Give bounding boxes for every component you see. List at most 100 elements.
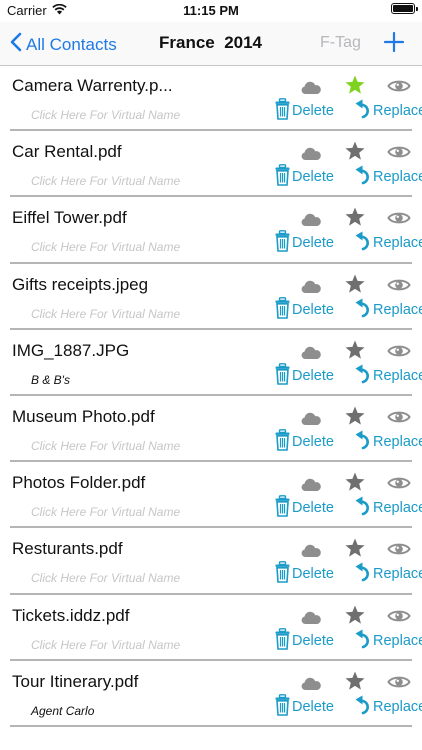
delete-label: Delete xyxy=(292,500,334,517)
file-row[interactable]: Photos Folder.pdf Click Here For Virtual… xyxy=(0,463,422,529)
star-button[interactable] xyxy=(344,471,366,493)
cloud-button[interactable] xyxy=(300,675,322,693)
replace-icon xyxy=(355,694,372,720)
replace-icon xyxy=(355,98,372,124)
star-button[interactable] xyxy=(344,604,366,626)
trash-icon xyxy=(275,627,290,654)
preview-button[interactable] xyxy=(387,674,411,690)
cloud-button[interactable] xyxy=(300,476,322,494)
add-button[interactable] xyxy=(382,28,406,56)
replace-label: Replace xyxy=(373,301,422,318)
row-divider xyxy=(10,261,412,264)
replace-label: Replace xyxy=(373,632,422,649)
eye-icon xyxy=(387,345,411,363)
virtual-name-field[interactable]: Click Here For Virtual Name xyxy=(31,638,180,652)
virtual-name-field[interactable]: Click Here For Virtual Name xyxy=(31,108,180,122)
row-divider xyxy=(10,195,412,198)
replace-button[interactable]: Replace xyxy=(355,629,422,653)
file-name: Photos Folder.pdf xyxy=(12,473,146,493)
delete-button[interactable]: Delete xyxy=(275,98,334,123)
replace-button[interactable]: Replace xyxy=(355,231,422,255)
preview-button[interactable] xyxy=(387,541,411,557)
replace-button[interactable]: Replace xyxy=(355,430,422,454)
virtual-name-field[interactable]: Click Here For Virtual Name xyxy=(31,505,180,519)
delete-button[interactable]: Delete xyxy=(275,495,334,520)
eye-icon xyxy=(387,146,411,164)
preview-button[interactable] xyxy=(387,78,411,94)
star-button[interactable] xyxy=(344,339,366,361)
cloud-button[interactable] xyxy=(300,278,322,296)
virtual-name-field[interactable]: Click Here For Virtual Name xyxy=(31,307,180,321)
trash-icon xyxy=(275,429,290,455)
star-button[interactable] xyxy=(344,273,366,295)
replace-label: Replace xyxy=(373,169,422,186)
file-row[interactable]: Camera Warrenty.p... Click Here For Virt… xyxy=(0,66,422,132)
replace-button[interactable]: Replace xyxy=(355,364,422,388)
replace-button[interactable]: Replace xyxy=(355,695,422,719)
replace-label: Replace xyxy=(373,235,422,252)
star-button[interactable] xyxy=(344,670,366,692)
preview-button[interactable] xyxy=(387,409,411,425)
replace-button[interactable]: Replace xyxy=(355,298,422,322)
back-button[interactable]: All Contacts xyxy=(10,32,117,57)
ftag-button[interactable]: F-Tag xyxy=(320,34,361,52)
eye-icon xyxy=(387,411,411,429)
replace-icon xyxy=(355,628,372,654)
delete-button[interactable]: Delete xyxy=(275,362,334,388)
file-row[interactable]: IMG_1887.JPG B & B's Delete Replace xyxy=(0,331,422,397)
replace-button[interactable]: Replace xyxy=(355,496,422,520)
star-button[interactable] xyxy=(344,74,366,96)
preview-button[interactable] xyxy=(387,277,411,293)
file-row[interactable]: Car Rental.pdf Click Here For Virtual Na… xyxy=(0,132,422,198)
replace-label: Replace xyxy=(373,367,422,384)
delete-button[interactable]: Delete xyxy=(275,296,334,322)
cloud-button[interactable] xyxy=(300,145,322,163)
cloud-button[interactable] xyxy=(300,609,322,627)
replace-button[interactable]: Replace xyxy=(355,99,422,123)
file-row[interactable]: Tour Itinerary.pdf Agent Carlo Delete Re… xyxy=(0,662,422,728)
cloud-button[interactable] xyxy=(300,211,322,229)
star-button[interactable] xyxy=(344,206,366,228)
row-divider xyxy=(10,526,412,529)
preview-button[interactable] xyxy=(387,608,411,624)
file-row[interactable]: Gifts receipts.jpeg Click Here For Virtu… xyxy=(0,265,422,331)
preview-button[interactable] xyxy=(387,343,411,359)
preview-button[interactable] xyxy=(387,210,411,226)
star-button[interactable] xyxy=(344,140,366,162)
star-button[interactable] xyxy=(344,405,366,427)
replace-button[interactable]: Replace xyxy=(355,562,422,586)
row-divider xyxy=(10,724,412,727)
virtual-name-field[interactable]: Click Here For Virtual Name xyxy=(31,571,180,585)
delete-button[interactable]: Delete xyxy=(275,693,334,719)
virtual-name-field[interactable]: Click Here For Virtual Name xyxy=(31,174,180,188)
virtual-name-field[interactable]: B & B's xyxy=(31,373,70,387)
cloud-button[interactable] xyxy=(300,542,322,560)
replace-button[interactable]: Replace xyxy=(355,165,422,189)
replace-label: Replace xyxy=(373,698,422,715)
page-title: France 2014 xyxy=(159,33,263,52)
cloud-button[interactable] xyxy=(300,410,322,428)
chevron-left-icon xyxy=(10,32,22,57)
cloud-button[interactable] xyxy=(300,79,322,97)
delete-button[interactable]: Delete xyxy=(275,627,334,654)
virtual-name-field[interactable]: Agent Carlo xyxy=(31,704,94,718)
delete-button[interactable]: Delete xyxy=(275,230,334,255)
plus-icon xyxy=(382,31,406,60)
file-row[interactable]: Museum Photo.pdf Click Here For Virtual … xyxy=(0,397,422,463)
replace-label: Replace xyxy=(373,566,422,583)
star-button[interactable] xyxy=(344,537,366,559)
file-row[interactable]: Resturants.pdf Click Here For Virtual Na… xyxy=(0,529,422,595)
cloud-button[interactable] xyxy=(300,344,322,362)
file-row[interactable]: Tickets.iddz.pdf Click Here For Virtual … xyxy=(0,596,422,662)
file-row[interactable]: Eiffel Tower.pdf Click Here For Virtual … xyxy=(0,198,422,264)
delete-button[interactable]: Delete xyxy=(275,429,334,455)
preview-button[interactable] xyxy=(387,144,411,160)
virtual-name-field[interactable]: Click Here For Virtual Name xyxy=(31,439,180,453)
preview-button[interactable] xyxy=(387,475,411,491)
back-button-label: All Contacts xyxy=(26,34,117,54)
delete-button[interactable]: Delete xyxy=(275,561,334,586)
delete-button[interactable]: Delete xyxy=(275,164,334,189)
virtual-name-field[interactable]: Click Here For Virtual Name xyxy=(31,240,180,254)
replace-icon xyxy=(355,164,372,190)
replace-icon xyxy=(355,561,372,587)
